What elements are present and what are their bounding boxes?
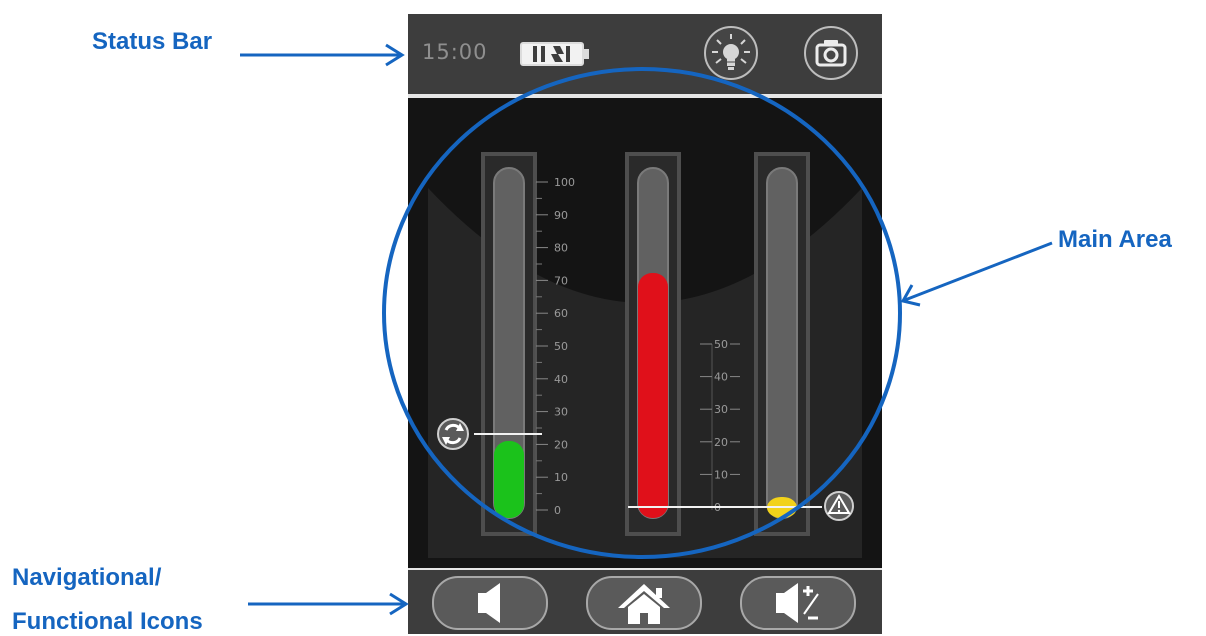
nav-annotation-line1: Navigational/ <box>12 564 162 591</box>
main-area-annotation: Main Area <box>1058 226 1172 253</box>
mid-scale-label: 10 <box>714 468 728 481</box>
volume-adjust-button[interactable] <box>740 576 856 630</box>
mid-scale-label: 50 <box>714 338 728 351</box>
gauge-panel: 1009080706050403020100 50403020100 <box>428 152 862 558</box>
left-scale-label: 40 <box>554 373 568 386</box>
left-scale-label: 30 <box>554 406 568 419</box>
left-scale-label: 20 <box>554 438 568 451</box>
status-bar-annotation: Status Bar <box>92 28 213 55</box>
mid-scale-label: 30 <box>714 403 728 416</box>
left-gauge-fill <box>494 441 524 518</box>
status-bar: 15:00 <box>408 14 882 94</box>
left-scale-label: 10 <box>554 471 568 484</box>
mute-button[interactable] <box>432 576 548 630</box>
main-area: 1009080706050403020100 50403020100 <box>408 98 882 568</box>
battery-icon <box>520 42 589 66</box>
mid-scale-label: 40 <box>714 371 728 384</box>
home-icon <box>618 584 670 624</box>
device-screen: 15:00 100 90 80 70 60 50 40 30 20 10 0 5… <box>408 14 882 634</box>
status-bar-arrow <box>240 43 405 67</box>
warning-icon[interactable] <box>824 491 854 521</box>
left-scale-label: 100 <box>554 176 575 189</box>
left-scale-label: 0 <box>554 504 561 517</box>
nav-annotation-line2: Functional Icons <box>12 608 203 635</box>
main-area-arrow <box>900 241 1053 307</box>
left-scale-label: 70 <box>554 274 568 287</box>
left-scale-label: 50 <box>554 340 568 353</box>
nav-arrow <box>248 592 409 616</box>
lightbulb-icon <box>712 34 750 70</box>
middle-gauge-fill <box>638 273 668 518</box>
navigation-bar <box>408 568 882 634</box>
volume-adjust-icon <box>776 583 819 623</box>
left-scale-label: 80 <box>554 242 568 255</box>
left-scale-label: 60 <box>554 307 568 320</box>
home-button[interactable] <box>586 576 702 630</box>
speaker-icon <box>478 583 500 623</box>
camera-button[interactable] <box>804 26 858 80</box>
mid-scale-label: 20 <box>714 436 728 449</box>
flashlight-button[interactable] <box>704 26 758 80</box>
left-scale-label: 90 <box>554 209 568 222</box>
camera-icon <box>815 40 847 67</box>
clock-time: 15:00 <box>422 40 488 64</box>
right-gauge-tube <box>766 167 798 519</box>
refresh-icon[interactable] <box>437 418 469 450</box>
